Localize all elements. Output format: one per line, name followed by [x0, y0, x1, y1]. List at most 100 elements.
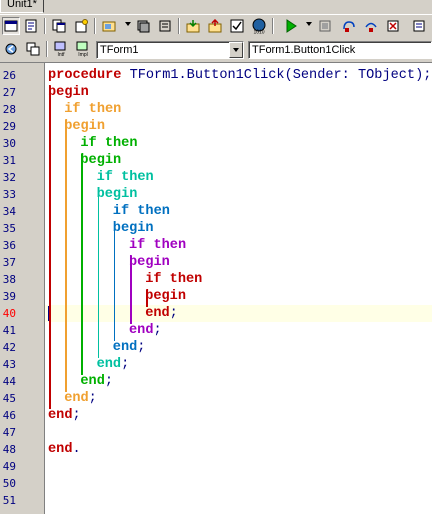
gutter-divider: [44, 63, 45, 514]
line-number: 44: [2, 375, 16, 388]
class-combo-value: TForm1: [100, 44, 139, 56]
line-number: 38: [2, 273, 16, 286]
code-keyword: begin: [145, 289, 186, 304]
line-number: 45: [2, 392, 16, 405]
chevron-down-icon[interactable]: [229, 42, 243, 58]
code-line: if then: [97, 169, 154, 186]
open-project-icon[interactable]: [100, 17, 118, 35]
line-number: 49: [2, 460, 16, 473]
open-project-dropdown[interactable]: [125, 22, 131, 26]
svg-text:Intf: Intf: [58, 52, 66, 57]
line-number: 42: [2, 341, 16, 354]
run-icon[interactable]: [282, 17, 300, 35]
code-text: TForm1.Button1Click(Sender: TObject);: [121, 68, 432, 83]
line-number: 40: [2, 307, 16, 320]
pause-icon[interactable]: [316, 17, 334, 35]
structure-guide-line: [49, 86, 51, 409]
method-combo-value: TForm1.Button1Click: [252, 44, 356, 56]
line-number: 30: [2, 137, 16, 150]
line-number: 29: [2, 120, 16, 133]
remove-file-icon[interactable]: [156, 17, 174, 35]
view-form-icon[interactable]: [22, 17, 40, 35]
new-form-icon[interactable]: [72, 17, 90, 35]
code-line: begin: [64, 118, 105, 135]
toolbar-separator: [178, 18, 180, 34]
code-keyword: if then: [112, 204, 170, 219]
line-number: 39: [2, 290, 16, 303]
code-line: end;: [64, 390, 97, 407]
class-combo[interactable]: TForm1: [96, 41, 244, 59]
open-file-icon[interactable]: [206, 17, 224, 35]
code-line: begin: [80, 152, 121, 169]
toolbar-separator: [94, 18, 96, 34]
code-keyword: if then: [64, 102, 122, 117]
code-editor[interactable]: 26 27 28 29 30 31 32 33 34 35 36 37 38 39 40 41 42 43 44 45…: [0, 62, 432, 514]
code-line: begin: [97, 186, 138, 203]
line-number: 46: [2, 409, 16, 422]
line-number: 47: [2, 426, 16, 439]
code-line: if then: [129, 237, 186, 254]
run-dropdown[interactable]: [306, 22, 312, 26]
trace-into-icon[interactable]: [340, 17, 358, 35]
code-line: begin: [113, 220, 154, 237]
code-line: begin: [48, 84, 89, 101]
code-keyword: if then: [80, 136, 138, 151]
text-caret: [48, 306, 49, 321]
code-line: if then: [113, 203, 170, 220]
code-keyword: begin: [48, 85, 89, 100]
code-keyword: begin: [64, 119, 105, 134]
method-combo[interactable]: TForm1.Button1Click: [248, 41, 432, 59]
forward-icon[interactable]: [24, 40, 42, 58]
line-number: 41: [2, 324, 16, 337]
code-text: ;: [104, 374, 114, 389]
line-number: 51: [2, 494, 16, 507]
code-line: end;: [48, 407, 81, 424]
structure-guide-line: [65, 120, 67, 392]
add-file-icon[interactable]: [184, 17, 202, 35]
code-keyword: end: [96, 357, 122, 372]
toggle-form-unit-icon[interactable]: [50, 17, 68, 35]
code-line: end;: [97, 356, 130, 373]
code-keyword: begin: [80, 153, 122, 168]
interface-icon[interactable]: Intf: [52, 40, 70, 58]
toolbar-main: 1010: [0, 14, 432, 37]
editor-tab-strip: Unit1*: [0, 0, 432, 14]
line-number: 32: [2, 171, 16, 184]
code-keyword: if then: [129, 238, 187, 253]
line-number: 37: [2, 256, 16, 269]
code-text: ;: [137, 340, 146, 355]
compile-icon[interactable]: 1010: [250, 17, 268, 35]
code-keyword: end: [80, 374, 105, 389]
toolbar-separator: [46, 41, 48, 57]
code-line: begin: [145, 288, 186, 305]
line-number: 27: [2, 86, 16, 99]
save-icon[interactable]: [228, 17, 246, 35]
code-text: ;: [121, 357, 130, 372]
code-keyword: end: [112, 340, 138, 355]
code-line: procedure TForm1.Button1Click(Sender: TO…: [48, 67, 431, 84]
code-keyword: end: [48, 408, 73, 423]
code-line: if then: [64, 101, 121, 118]
implementation-icon[interactable]: Impl: [74, 40, 92, 58]
code-line: end;: [145, 305, 178, 322]
step-over-icon[interactable]: [362, 17, 380, 35]
current-line-highlight: [45, 305, 432, 322]
back-icon[interactable]: [2, 40, 20, 58]
view-unit-icon[interactable]: [2, 17, 20, 35]
code-keyword: end: [64, 391, 89, 406]
code-keyword: end: [145, 306, 170, 321]
code-keyword: begin: [96, 187, 138, 202]
line-number: 28: [2, 103, 16, 116]
code-line: end;: [80, 373, 113, 390]
toolbar-separator: [272, 18, 274, 34]
run-to-cursor-icon[interactable]: [384, 17, 402, 35]
program-reset-icon[interactable]: [410, 17, 428, 35]
code-text: ;: [72, 408, 81, 423]
save-all-icon[interactable]: [134, 17, 152, 35]
tab-unit1[interactable]: Unit1*: [0, 0, 44, 13]
svg-text:1010: 1010: [253, 30, 264, 35]
code-line: end;: [113, 339, 146, 356]
code-text: .: [72, 442, 81, 457]
structure-guide-line: [113, 222, 116, 341]
line-number: 50: [2, 477, 16, 490]
